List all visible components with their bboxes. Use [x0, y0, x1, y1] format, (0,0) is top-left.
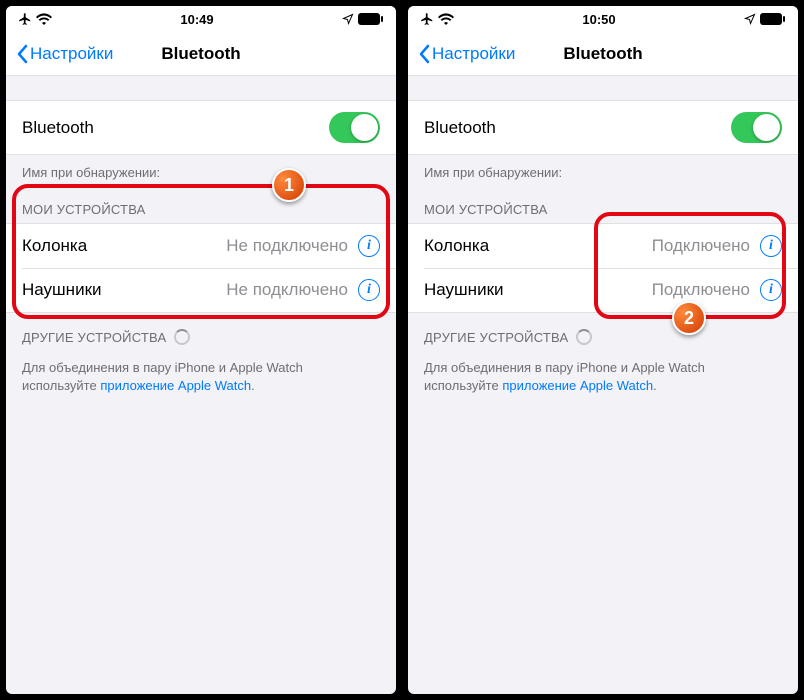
info-icon[interactable]: i	[358, 279, 380, 301]
nav-bar: Настройки Bluetooth	[6, 32, 396, 76]
my-devices-header: МОИ УСТРОЙСТВА	[6, 186, 396, 223]
device-status: Не подключено	[226, 236, 348, 256]
bluetooth-toggle-row[interactable]: Bluetooth	[408, 101, 798, 154]
my-devices-group: Колонка Подключено i Наушники Подключено…	[408, 223, 798, 313]
back-button[interactable]: Настройки	[16, 44, 113, 64]
apple-watch-note: Для объединения в пару iPhone и Apple Wa…	[408, 351, 798, 402]
bluetooth-switch[interactable]	[731, 112, 782, 143]
device-name: Наушники	[424, 280, 652, 300]
bluetooth-switch[interactable]	[329, 112, 380, 143]
bluetooth-label: Bluetooth	[22, 118, 329, 138]
discovery-name-label: Имя при обнаружении:	[408, 155, 798, 186]
other-devices-header: ДРУГИЕ УСТРОЙСТВА	[6, 313, 396, 351]
my-devices-header: МОИ УСТРОЙСТВА	[408, 186, 798, 223]
apple-watch-link[interactable]: приложение Apple Watch	[100, 378, 251, 393]
chevron-left-icon	[16, 44, 28, 64]
airplane-icon	[420, 12, 434, 26]
bluetooth-toggle-group: Bluetooth	[408, 100, 798, 155]
chevron-left-icon	[418, 44, 430, 64]
battery-icon	[760, 13, 786, 25]
bluetooth-toggle-row[interactable]: Bluetooth	[6, 101, 396, 154]
device-status: Не подключено	[226, 280, 348, 300]
apple-watch-link[interactable]: приложение Apple Watch	[502, 378, 653, 393]
settings-content: Bluetooth Имя при обнаружении: МОИ УСТРО…	[6, 76, 396, 694]
bluetooth-toggle-group: Bluetooth	[6, 100, 396, 155]
status-bar: 10:50	[408, 6, 798, 32]
device-row[interactable]: Колонка Не подключено i	[6, 224, 396, 268]
screenshot-right: 10:50 Настройки Bluetooth Bluetooth Имя …	[408, 6, 798, 694]
nav-bar: Настройки Bluetooth	[408, 32, 798, 76]
location-icon	[342, 13, 354, 25]
discovery-name-label: Имя при обнаружении:	[6, 155, 396, 186]
battery-icon	[358, 13, 384, 25]
wifi-icon	[36, 13, 52, 25]
settings-content: Bluetooth Имя при обнаружении: МОИ УСТРО…	[408, 76, 798, 694]
screenshot-left: 10:49 Настройки Bluetooth Bluetooth Имя …	[6, 6, 396, 694]
other-devices-header: ДРУГИЕ УСТРОЙСТВА	[408, 313, 798, 351]
spinner-icon	[174, 329, 190, 345]
clock: 10:49	[180, 12, 213, 27]
page-title: Bluetooth	[161, 44, 240, 64]
info-icon[interactable]: i	[760, 279, 782, 301]
clock: 10:50	[582, 12, 615, 27]
airplane-icon	[18, 12, 32, 26]
page-title: Bluetooth	[563, 44, 642, 64]
location-icon	[744, 13, 756, 25]
back-label: Настройки	[30, 44, 113, 64]
spinner-icon	[576, 329, 592, 345]
device-status: Подключено	[652, 280, 750, 300]
device-status: Подключено	[652, 236, 750, 256]
device-row[interactable]: Колонка Подключено i	[408, 224, 798, 268]
wifi-icon	[438, 13, 454, 25]
my-devices-group: Колонка Не подключено i Наушники Не подк…	[6, 223, 396, 313]
device-row[interactable]: Наушники Подключено i	[408, 268, 798, 312]
device-row[interactable]: Наушники Не подключено i	[6, 268, 396, 312]
back-label: Настройки	[432, 44, 515, 64]
device-name: Колонка	[424, 236, 652, 256]
device-name: Колонка	[22, 236, 226, 256]
back-button[interactable]: Настройки	[418, 44, 515, 64]
bluetooth-label: Bluetooth	[424, 118, 731, 138]
status-bar: 10:49	[6, 6, 396, 32]
info-icon[interactable]: i	[358, 235, 380, 257]
info-icon[interactable]: i	[760, 235, 782, 257]
device-name: Наушники	[22, 280, 226, 300]
apple-watch-note: Для объединения в пару iPhone и Apple Wa…	[6, 351, 396, 402]
